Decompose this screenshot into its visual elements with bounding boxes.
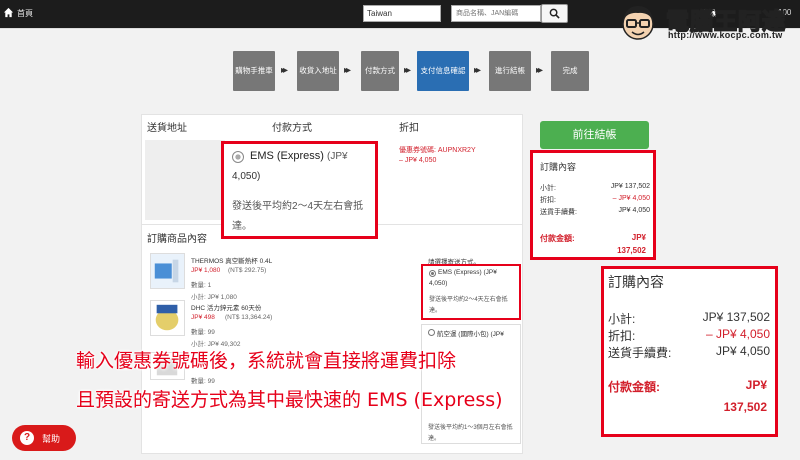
discount-amount: – JP¥ 4,050 xyxy=(399,157,437,164)
summary-discount-row: 折扣: – JP¥ 4,050 xyxy=(540,195,650,205)
step-checkout: 進行結帳 xyxy=(489,51,531,91)
summary-total-currency: JP¥ xyxy=(631,233,646,242)
chevron-right-icon: ▸▸ xyxy=(344,65,351,76)
search-icon xyxy=(549,8,560,19)
radio-selected-icon xyxy=(232,151,244,163)
shipping-option-airmail[interactable]: 航空運 (國際小包) (JP¥ 發送後平均約1～3個月左右會抵達。 xyxy=(421,324,521,444)
shipping-option-title: 航空運 (國際小包) (JP¥ xyxy=(437,331,504,338)
shipping-option-desc: 發送後平均約1～3個月左右會抵達。 xyxy=(428,425,513,442)
summary-title: 訂購內容 xyxy=(608,274,664,290)
step-cart: 購物手推車 xyxy=(233,51,275,91)
summary-title: 訂購內容 xyxy=(540,162,577,172)
summary-subtotal-row: 小計: JP¥ 137,502 xyxy=(540,183,650,193)
search-button[interactable] xyxy=(541,4,568,23)
shipping-option-price: 4,050) xyxy=(429,280,448,287)
home-link[interactable]: 首頁 xyxy=(17,8,33,19)
payment-method-name: EMS (Express) (JP¥ xyxy=(250,150,348,162)
address-box xyxy=(145,140,225,220)
chevron-right-icon: ▸▸ xyxy=(404,65,411,76)
payment-method-price: 4,050) xyxy=(232,171,261,182)
chevron-right-icon: ▸▸ xyxy=(536,65,543,76)
step-confirm: 支付信息確認 xyxy=(417,51,469,91)
summary-subtotal-value: JP¥ 137,502 xyxy=(610,183,650,190)
help-button[interactable]: ? 幫助 xyxy=(12,425,76,451)
summary-discount-row: 折扣: – JP¥ 4,050 xyxy=(608,327,770,344)
caption-line-2: 且預設的寄送方式為其中最快速的 EMS (Express) xyxy=(76,389,503,411)
product-quantity: 數量: 99 xyxy=(191,378,215,385)
summary-total-value: 137,502 xyxy=(617,246,646,255)
shipping-option-desc: 發送後平均約2～4天左右會抵達。 xyxy=(429,297,508,314)
payment-header: 付款方式 xyxy=(272,123,312,134)
summary-subtotal-label: 小計: xyxy=(608,312,636,326)
radio-selected-icon[interactable] xyxy=(429,270,436,277)
product-price: JP¥ 498 xyxy=(191,314,215,321)
summary-subtotal-value: JP¥ 137,502 xyxy=(702,310,770,324)
product-name[interactable]: DHC 活力鋅元素 60天份 xyxy=(191,302,261,312)
product-name[interactable]: THERMOS 真空斷熱杯 0.4L xyxy=(191,255,272,265)
region-field[interactable] xyxy=(363,5,441,22)
summary-subtotal-label: 小計: xyxy=(540,185,556,192)
watermark-url: http://www.kocpc.com.tw xyxy=(668,30,783,40)
summary-discount-value: – JP¥ 4,050 xyxy=(612,195,650,202)
shipping-option-ems[interactable]: EMS (Express) (JP¥ 4,050) 發送後平均約2～4天左右會抵… xyxy=(421,264,521,320)
product-quantity: 數量: 1 xyxy=(191,282,212,289)
discount-header: 折扣 xyxy=(399,123,419,134)
summary-shipping-label: 送貨手續費: xyxy=(608,346,672,360)
summary-total-label: 付款金額: xyxy=(608,380,660,394)
step-payment: 付款方式 xyxy=(361,51,399,91)
product-subtotal: 小計: JP¥ 1,080 xyxy=(191,294,237,301)
summary-shipping-label: 送貨手續費: xyxy=(540,209,577,216)
product-price-local: (NT$ 292.75) xyxy=(228,267,267,274)
items-header: 訂購商品內容 xyxy=(147,234,207,245)
help-label: 幫助 xyxy=(42,433,61,444)
payment-method-callout: EMS (Express) (JP¥ 4,050) 發送後平均約2～4天左右會抵… xyxy=(221,141,378,239)
watermark-logo: 電腦王阿達 http://www.kocpc.com.tw xyxy=(608,2,798,42)
order-summary: 訂購內容 小計: JP¥ 137,502 折扣: – JP¥ 4,050 送貨手… xyxy=(530,150,656,260)
summary-discount-value: – JP¥ 4,050 xyxy=(705,327,770,341)
search-input[interactable] xyxy=(451,5,541,22)
radio-unselected-icon[interactable] xyxy=(428,329,435,336)
chevron-right-icon: ▸▸ xyxy=(281,65,288,76)
summary-subtotal-row: 小計: JP¥ 137,502 xyxy=(608,310,770,327)
discount-code: 優惠券號碼: AUPNXR2Y xyxy=(399,147,476,154)
step-done: 完成 xyxy=(551,51,589,91)
caption-line-1: 輸入優惠券號碼後，系統就會直接將運費扣除 xyxy=(76,350,457,372)
summary-shipping-value: JP¥ 4,050 xyxy=(715,344,770,358)
product-price: JP¥ 1,080 xyxy=(191,267,221,274)
shipping-option-title: EMS (Express) (JP¥ xyxy=(438,269,497,276)
chevron-right-icon: ▸▸ xyxy=(474,65,481,76)
home-icon[interactable] xyxy=(3,7,14,18)
payment-method-desc: 發送後平均約2～4天左右會抵達。 xyxy=(232,201,364,232)
summary-discount-label: 折扣: xyxy=(540,197,556,204)
summary-shipping-row: 送貨手續費: JP¥ 4,050 xyxy=(608,344,770,361)
order-summary-callout: 訂購內容 小計: JP¥ 137,502 折扣: – JP¥ 4,050 送貨手… xyxy=(601,266,778,437)
product-image[interactable] xyxy=(150,300,185,336)
product-quantity: 數量: 99 xyxy=(191,329,215,336)
summary-total-label: 付款金額: xyxy=(540,234,575,243)
product-image[interactable] xyxy=(150,253,185,289)
avatar xyxy=(622,6,654,40)
summary-shipping-row: 送貨手續費: JP¥ 4,050 xyxy=(540,207,650,217)
summary-shipping-value: JP¥ 4,050 xyxy=(618,207,650,214)
checkout-button[interactable]: 前往結帳 xyxy=(540,121,649,149)
address-header: 送貨地址 xyxy=(147,123,187,134)
question-icon: ? xyxy=(20,431,34,445)
summary-total-value: 137,502 xyxy=(723,400,767,414)
step-address: 收貨入地址 xyxy=(297,51,339,91)
summary-total-currency: JP¥ xyxy=(745,378,767,392)
product-price-local: (NT$ 13,364.24) xyxy=(225,314,273,321)
summary-discount-label: 折扣: xyxy=(608,329,636,343)
